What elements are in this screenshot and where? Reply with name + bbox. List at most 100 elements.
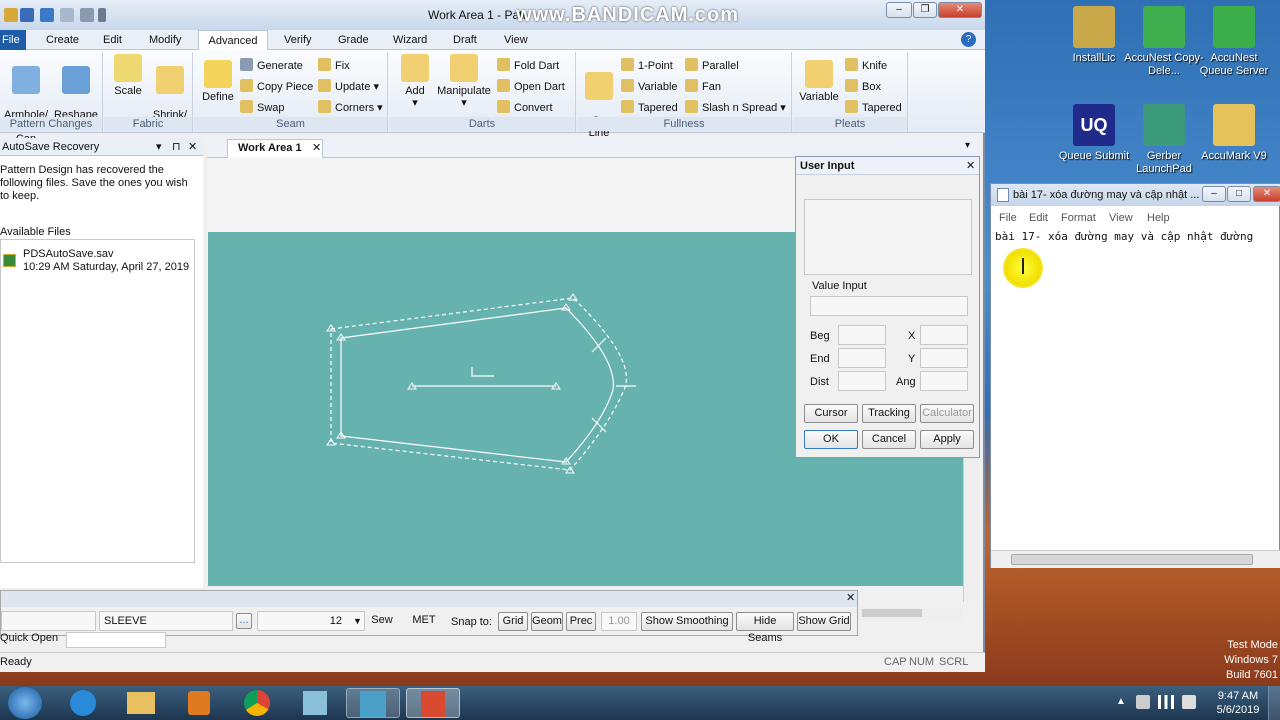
tab-modify[interactable]: Modify xyxy=(143,30,187,50)
taskbar-app[interactable] xyxy=(288,688,342,718)
point-marker[interactable] xyxy=(561,303,571,311)
desktop-icon-queue-submit[interactable]: UQ Queue Submit xyxy=(1054,104,1134,163)
units-button[interactable]: MET xyxy=(407,612,441,631)
tab-view[interactable]: View xyxy=(498,30,534,50)
action-center-icon[interactable] xyxy=(1136,695,1150,709)
panel-dropdown-icon[interactable]: ▾ xyxy=(156,138,162,156)
network-icon[interactable] xyxy=(1158,695,1174,709)
notepad-horizontal-scrollbar[interactable] xyxy=(991,550,1280,568)
variable-pleat-button[interactable]: Variable xyxy=(797,60,841,103)
canvas-horizontal-scrollbar[interactable] xyxy=(858,606,963,620)
canvas-vertical-scrollbar[interactable] xyxy=(963,450,979,602)
notepad-window[interactable]: bài 17- xóa đường may và cập nhật ... – … xyxy=(990,183,1280,568)
user-input-dialog[interactable]: User Input ✕ Value Input Beg X End Y Dis… xyxy=(795,156,980,458)
desktop-icon-accunest-queue[interactable]: AccuNest Queue Server xyxy=(1194,6,1274,78)
snap-prec-button[interactable]: Prec xyxy=(566,612,596,631)
tapered-fullness-button[interactable]: Tapered xyxy=(621,100,678,116)
notepad-text-area[interactable]: bài 17- xóa đường may và cập nhật đường xyxy=(995,230,1253,243)
app-title-bar[interactable]: Work Area 1 - Patt www.BANDICAM.com – ❐ … xyxy=(0,0,985,30)
manipulate-button[interactable]: Manipulate ▾ xyxy=(435,54,493,109)
tracking-button[interactable]: Tracking xyxy=(862,404,916,423)
value-input-field[interactable] xyxy=(810,296,968,316)
knife-pleat-button[interactable]: Knife xyxy=(845,58,887,74)
show-desktop-button[interactable] xyxy=(1268,686,1280,720)
add-dart-button[interactable]: Add ▾ xyxy=(395,54,435,109)
beg-field[interactable] xyxy=(838,325,886,345)
ok-button[interactable]: OK xyxy=(804,430,858,449)
tab-draft[interactable]: Draft xyxy=(447,30,483,50)
calculator-button[interactable]: Calculator xyxy=(920,404,974,423)
tab-edit[interactable]: Edit xyxy=(97,30,128,50)
tapered-pleat-button[interactable]: Tapered xyxy=(845,100,902,116)
close-button[interactable]: ✕ xyxy=(938,2,982,18)
volume-icon[interactable] xyxy=(1182,695,1196,709)
point-marker[interactable] xyxy=(326,324,336,332)
pattern-design-window[interactable]: Work Area 1 - Patt www.BANDICAM.com – ❐ … xyxy=(0,0,985,672)
cursor-button[interactable]: Cursor xyxy=(804,404,858,423)
notepad-menu-view[interactable]: View xyxy=(1109,212,1133,224)
pin-icon[interactable]: ⊓ xyxy=(172,138,181,156)
save-icon[interactable] xyxy=(20,8,34,22)
minimize-button[interactable]: – xyxy=(886,2,912,18)
tray-clock[interactable]: 9:47 AM 5/6/2019 xyxy=(1212,689,1264,717)
point-marker[interactable] xyxy=(568,293,578,301)
notepad-menu-help[interactable]: Help xyxy=(1147,212,1170,224)
maximize-button[interactable]: □ xyxy=(1227,186,1251,202)
ang-field[interactable] xyxy=(920,371,968,391)
panel-close-icon[interactable]: ✕ xyxy=(188,138,197,156)
corners-button[interactable]: Corners ▾ xyxy=(318,100,383,116)
taskbar-chrome[interactable] xyxy=(230,688,284,718)
tab-create[interactable]: Create xyxy=(40,30,85,50)
precision-field[interactable]: 1.00 xyxy=(601,612,637,631)
show-grid-button[interactable]: Show Grid xyxy=(797,612,851,631)
scrollbar-thumb[interactable] xyxy=(862,609,922,617)
notepad-menu-format[interactable]: Format xyxy=(1061,212,1096,224)
open-dart-button[interactable]: Open Dart xyxy=(497,79,565,95)
taskbar-media-player[interactable] xyxy=(172,688,226,718)
hide-seams-button[interactable]: Hide Seams xyxy=(736,612,794,644)
start-button[interactable] xyxy=(8,687,42,719)
browse-button[interactable]: ... xyxy=(236,613,252,629)
cut-line[interactable] xyxy=(340,307,615,463)
desktop-icon-installlic[interactable]: InstallLic xyxy=(1054,6,1134,65)
taskbar-notepad[interactable] xyxy=(406,688,460,718)
dist-field[interactable] xyxy=(838,371,886,391)
quick-open-field[interactable] xyxy=(66,632,166,648)
tab-close-icon[interactable]: ✕ xyxy=(312,140,321,157)
x-field[interactable] xyxy=(920,325,968,345)
close-button[interactable]: ✕ xyxy=(1253,186,1280,202)
y-field[interactable] xyxy=(920,348,968,368)
scale-button[interactable]: Scale xyxy=(110,54,146,97)
toolbar-close-icon[interactable]: ✕ xyxy=(846,591,855,604)
notepad-menu-file[interactable]: File xyxy=(999,212,1017,224)
end-field[interactable] xyxy=(838,348,886,368)
tab-work-area-1[interactable]: Work Area 1 ✕ xyxy=(227,139,323,158)
slash-spread-button[interactable]: Slash n Spread ▾ xyxy=(685,100,786,116)
dialog-close-icon[interactable]: ✕ xyxy=(966,157,975,175)
taskbar-ie[interactable] xyxy=(56,688,110,718)
notepad-menu-edit[interactable]: Edit xyxy=(1029,212,1048,224)
help-icon[interactable]: ? xyxy=(961,32,976,47)
minimize-button[interactable]: – xyxy=(1202,186,1226,202)
undo-icon[interactable] xyxy=(40,8,54,22)
tab-grade[interactable]: Grade xyxy=(332,30,375,50)
tab-advanced[interactable]: Advanced xyxy=(198,30,268,50)
cancel-button[interactable]: Cancel xyxy=(862,430,916,449)
autosave-file-item[interactable]: PDSAutoSave.sav 10:29 AM Saturday, April… xyxy=(1,248,191,280)
desktop-icon-gerber-launchpad[interactable]: Gerber LaunchPad xyxy=(1124,104,1204,176)
piece-name-blank-field[interactable] xyxy=(1,611,96,631)
size-select[interactable]: 12 xyxy=(257,611,365,631)
piece-name-field[interactable]: SLEEVE xyxy=(99,611,233,631)
taskbar-explorer[interactable] xyxy=(114,688,168,718)
scrollbar-thumb[interactable] xyxy=(1011,554,1253,565)
snap-geom-button[interactable]: Geom xyxy=(531,612,563,631)
taskbar-pattern-design[interactable] xyxy=(346,688,400,718)
desktop-icon-accunest-copy[interactable]: AccuNest Copy-Dele... xyxy=(1124,6,1204,78)
chevron-down-icon[interactable]: ▼ xyxy=(353,616,362,626)
tray-expand-icon[interactable]: ▲ xyxy=(1116,696,1126,707)
snap-grid-button[interactable]: Grid xyxy=(498,612,528,631)
fix-button[interactable]: Fix xyxy=(318,58,350,74)
parallel-button[interactable]: Parallel xyxy=(685,58,739,74)
define-button[interactable]: Define xyxy=(198,60,238,103)
sew-button[interactable]: Sew xyxy=(367,612,397,631)
